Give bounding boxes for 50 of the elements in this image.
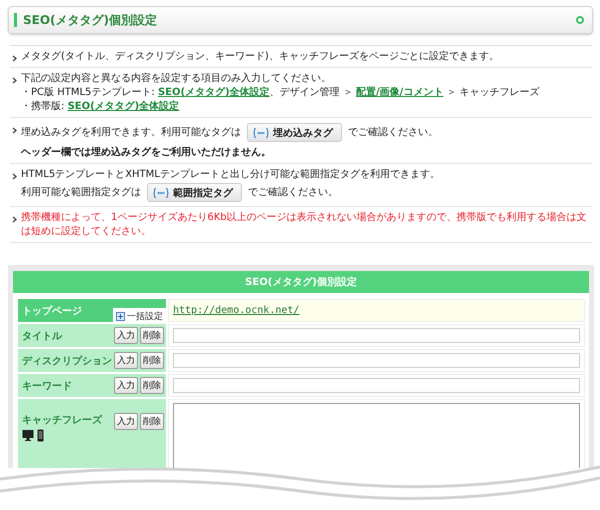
row-button[interactable]: 削除: [140, 352, 164, 369]
note-text: でご確認ください。: [348, 126, 438, 140]
row-button[interactable]: 入力: [114, 413, 138, 430]
accent-bar: [14, 13, 17, 27]
note-text: 埋め込みタグを利用できます。利用可能なタグは: [21, 126, 241, 140]
row-button[interactable]: 入力: [114, 327, 138, 344]
note-text: 下記の設定内容と異なる内容を設定する項目のみ入力してください。: [21, 72, 331, 86]
note-text: ＞ キャッチフレーズ: [445, 86, 540, 100]
row-button[interactable]: 削除: [140, 327, 164, 344]
section-title: SEO(メタタグ)個別設定: [23, 12, 158, 28]
note-text: 、デザイン管理 ＞: [270, 86, 354, 100]
plus-icon: [116, 312, 125, 321]
chevron-icon: [12, 216, 17, 223]
label-cell: トップページ 一括設定: [18, 299, 166, 322]
chevron-icon: [12, 55, 17, 62]
note-text: 利用可能な範囲指定タグは: [21, 186, 141, 200]
note-text: HTML5テンプレートとXHTMLテンプレートと出し分け可能な範囲指定タグを利用できます。: [21, 168, 440, 182]
label-cell: ディスクリプション 入力 削除: [18, 349, 166, 372]
tag-icon: [253, 128, 269, 138]
panel-title: SEO(メタタグ)個別設定: [13, 271, 589, 293]
text-field[interactable]: [173, 328, 580, 343]
row-button[interactable]: 入力: [114, 352, 138, 369]
text-field[interactable]: [173, 353, 580, 368]
ring-icon: [576, 16, 584, 24]
label-cell: タイトル 入力 削除: [18, 324, 166, 347]
tag-button[interactable]: 埋め込みタグ: [247, 123, 342, 142]
settings-link[interactable]: 配置/画像/コメント: [356, 86, 444, 100]
chevron-icon: [12, 173, 17, 180]
settings-link[interactable]: SEO(メタタグ)全体設定: [68, 100, 180, 114]
row-button[interactable]: 入力: [114, 377, 138, 394]
tag-icon: [153, 188, 169, 198]
bulk-settings-button[interactable]: 一括設定: [113, 308, 166, 325]
label-cell: キャッチフレーズ 入力 削除: [18, 399, 166, 468]
settings-link[interactable]: SEO(メタタグ)全体設定: [158, 86, 270, 100]
text-field[interactable]: [173, 378, 580, 393]
note-text: ・PC版 HTML5テンプレート:: [21, 86, 156, 100]
url-link[interactable]: http://demo.ocnk.net/: [173, 305, 300, 316]
note-text: メタタグ(タイトル、ディスクリプション、キーワード)、キャッチフレーズをページごとに設定できます。: [21, 50, 499, 64]
chevron-icon: [12, 77, 17, 84]
label-cell: キーワード 入力 削除: [18, 374, 166, 397]
note-text: ・携帯版:: [21, 100, 66, 114]
monitor-icon: [22, 429, 34, 441]
row-button[interactable]: 削除: [140, 413, 164, 430]
note-text: でご確認ください。: [248, 186, 338, 200]
row-button[interactable]: 削除: [140, 377, 164, 394]
phone-icon: [37, 429, 44, 442]
note-text: 携帯機種によって、1ページサイズあたり6Kb以上のページは表示されない場合がありますので、携帯版でも利用する場合は文は短めに設定してください。: [21, 211, 588, 239]
chevron-icon: [12, 127, 17, 134]
tag-button[interactable]: 範囲指定タグ: [147, 183, 242, 202]
warning-text: ヘッダー欄では埋め込みタグをご利用いただけません。: [21, 146, 271, 160]
